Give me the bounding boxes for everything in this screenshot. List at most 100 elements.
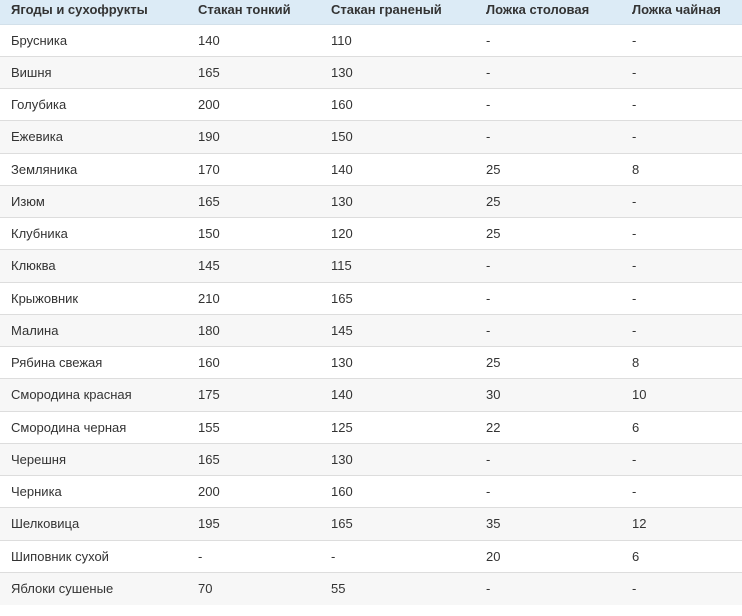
table-row: Вишня 165 130- -	[0, 55, 742, 89]
item-name-cell: Клубника	[0, 216, 187, 250]
tablespoon-cell: 25	[475, 345, 621, 379]
thin-glass-cell: 200	[187, 474, 320, 508]
faceted-glass-cell: 130	[320, 55, 475, 89]
item-name-cell: Черешня	[0, 442, 187, 476]
tablespoon-cell: -	[475, 281, 621, 315]
faceted-glass-cell: 130	[320, 345, 475, 379]
header-cell-teaspoon: Ложка чайная	[621, 0, 742, 25]
table-row: Ежевика 190 150- -	[0, 120, 742, 153]
faceted-glass-cell: 165	[320, 281, 475, 315]
teaspoon-cell: -	[621, 216, 742, 250]
tablespoon-cell: 30	[475, 378, 621, 411]
header-cell-tablespoon: Ложка столовая	[475, 0, 621, 25]
teaspoon-cell: -	[621, 474, 742, 508]
teaspoon-cell: -	[621, 120, 742, 153]
thin-glass-cell: 155	[187, 410, 320, 444]
table-row: Клюква 145 115- -	[0, 249, 742, 282]
table-row: Изюм 165 130 25-	[0, 184, 742, 218]
tablespoon-cell: -	[475, 474, 621, 508]
table-row: Смородина черная 155 125 22 6	[0, 410, 742, 444]
item-name-cell: Малина	[0, 313, 187, 347]
tablespoon-cell: -	[475, 571, 621, 605]
faceted-glass-cell: 140	[320, 378, 475, 411]
teaspoon-cell: 6	[621, 539, 742, 573]
faceted-glass-cell: 160	[320, 87, 475, 121]
teaspoon-cell: 8	[621, 152, 742, 186]
table-row: Рябина свежая 160 130 25 8	[0, 345, 742, 379]
item-name-cell: Голубика	[0, 87, 187, 121]
table-row: Голубика 200 160- -	[0, 87, 742, 121]
tablespoon-cell: 25	[475, 152, 621, 186]
thin-glass-cell: -	[187, 539, 320, 573]
measures-table-container: Ягоды и сухофрукты Стакан тонкий Стакан …	[0, 0, 742, 605]
thin-glass-cell: 170	[187, 152, 320, 186]
thin-glass-cell: 150	[187, 216, 320, 250]
teaspoon-cell: -	[621, 87, 742, 121]
header-cell-faceted-glass: Стакан граненый	[320, 0, 475, 25]
header-cell-berries: Ягоды и сухофрукты	[0, 0, 187, 25]
faceted-glass-cell: 145	[320, 313, 475, 347]
table-row: Яблоки сушеные 70 55- -	[0, 571, 742, 605]
thin-glass-cell: 165	[187, 442, 320, 476]
tablespoon-cell: -	[475, 55, 621, 89]
tablespoon-cell: -	[475, 87, 621, 121]
thin-glass-cell: 180	[187, 313, 320, 347]
thin-glass-cell: 210	[187, 281, 320, 315]
faceted-glass-cell: 130	[320, 442, 475, 476]
faceted-glass-cell: 165	[320, 507, 475, 540]
item-name-cell: Ежевика	[0, 120, 187, 153]
item-name-cell: Вишня	[0, 55, 187, 89]
tablespoon-cell: -	[486, 32, 491, 48]
thin-glass-cell: 160	[187, 345, 320, 379]
teaspoon-cell: -	[621, 281, 742, 315]
thin-glass-cell: 200	[187, 87, 320, 121]
teaspoon-cell: -	[621, 442, 742, 476]
table-row: Черешня 165 130- -	[0, 442, 742, 476]
tablespoon-cell: 22	[475, 410, 621, 444]
table-row: Смородина красная 175 140 30 10	[0, 378, 742, 411]
item-name-cell: Шиповник сухой	[0, 539, 187, 573]
teaspoon-cell: 10	[621, 378, 742, 411]
tablespoon-cell: -	[475, 249, 621, 282]
faceted-glass-cell: 55	[320, 571, 475, 605]
tablespoon-cell: -	[475, 313, 621, 347]
item-name-cell: Яблоки сушеные	[0, 571, 187, 605]
item-name-cell: Брусника	[11, 32, 68, 48]
item-name-cell: Черника	[0, 474, 187, 508]
table-row: Шелковица 195 165 35 12	[0, 507, 742, 540]
teaspoon-cell: -	[621, 55, 742, 89]
table-header: Ягоды и сухофрукты Стакан тонкий Стакан …	[0, 0, 742, 25]
tablespoon-cell: 20	[475, 539, 621, 573]
table-row: Крыжовник 210 165- -	[0, 281, 742, 315]
faceted-glass-cell: -	[320, 539, 475, 573]
item-name-cell: Клюква	[0, 249, 187, 282]
thin-glass-cell: 165	[187, 184, 320, 218]
teaspoon-cell: 6	[621, 410, 742, 444]
item-name-cell: Шелковица	[0, 507, 187, 540]
teaspoon-cell: 12	[621, 507, 742, 540]
thin-glass-cell: 195	[187, 507, 320, 540]
teaspoon-cell: -	[621, 249, 742, 282]
teaspoon-cell: -	[621, 313, 742, 347]
thin-glass-cell: 175	[187, 378, 320, 411]
thin-glass-cell: 145	[187, 249, 320, 282]
thin-glass-cell: 140	[198, 32, 220, 48]
table-row: Клубника 150 120 25-	[0, 216, 742, 250]
faceted-glass-cell: 130	[320, 184, 475, 218]
table-row: Малина 180 145- -	[0, 313, 742, 347]
faceted-glass-cell: 110	[331, 32, 352, 48]
thin-glass-cell: 70	[187, 571, 320, 605]
teaspoon-cell: -	[621, 571, 742, 605]
faceted-glass-cell: 115	[320, 249, 475, 282]
table-row: Брусника 140 110 - -	[0, 24, 742, 56]
thin-glass-cell: 165	[187, 55, 320, 89]
item-name-cell: Изюм	[0, 184, 187, 218]
faceted-glass-cell: 125	[320, 410, 475, 444]
teaspoon-cell: 8	[621, 345, 742, 379]
measures-table: Ягоды и сухофрукты Стакан тонкий Стакан …	[0, 0, 742, 605]
tablespoon-cell: -	[475, 442, 621, 476]
item-name-cell: Крыжовник	[0, 281, 187, 315]
thin-glass-cell: 190	[187, 120, 320, 153]
header-row: Ягоды и сухофрукты Стакан тонкий Стакан …	[0, 0, 742, 25]
table-row: Черника 200 160- -	[0, 474, 742, 508]
